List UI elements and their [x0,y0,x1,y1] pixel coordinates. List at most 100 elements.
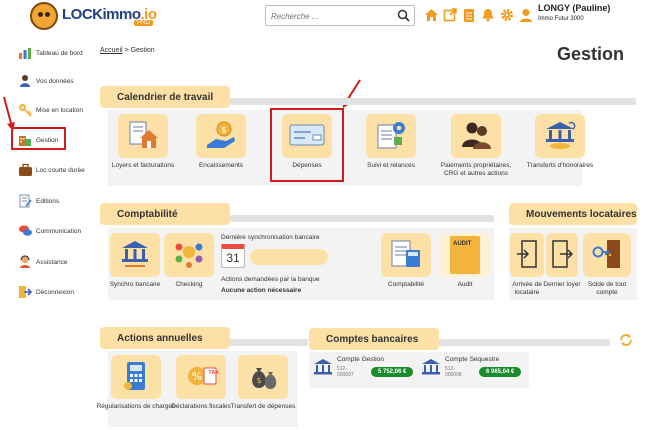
calculator-icon [121,360,151,395]
gear-icon[interactable] [499,7,515,23]
sidebar-item-deconnexion[interactable]: Déconnexion [18,284,74,300]
user-icon[interactable] [518,7,534,23]
sidebar-item-mise-en-location[interactable]: Mise en location [18,102,83,118]
bank-icon [313,358,333,381]
logout-icon [18,285,33,299]
section-mouvements-title: Mouvements locataires [509,203,637,225]
tile-loyers-facturations[interactable]: Loyers et facturations [103,114,183,170]
sidebar-item-label: Assistance [36,258,68,266]
tile-label: Dernier loyer [543,281,581,288]
calendar-icon: 31 [221,244,245,268]
refresh-icon[interactable] [618,332,634,353]
account-name: Compte Gestion [337,356,384,363]
section-rail [228,339,308,346]
tile-label: Transferts d'honoraires [526,162,594,169]
checking-bubbles-icon [172,238,206,273]
logo-text: LOCKimmo [62,6,141,23]
tile-label: Arrivée de locataire [512,281,542,296]
tile-solde-tout-compte[interactable]: Solde de tout compte [579,233,635,297]
sidebar-item-editions[interactable]: Editions [18,193,59,209]
sync-label: Dernière synchronisation bancaire [221,234,320,241]
home-icon[interactable] [423,7,439,23]
header-toolbar [423,7,534,25]
sidebar-item-loc-courte-duree[interactable]: Loc courte durée [18,162,85,178]
logo-badge: PRO [134,20,154,26]
sync-date-pill [250,249,328,265]
account-balance-badge: 5 752,06 € [371,367,414,377]
audit-folder-icon: AUDIT [450,236,480,274]
document-edit-icon [18,194,32,208]
bank-sync-icon [119,239,151,272]
svg-text:$: $ [256,376,261,385]
section-rail [230,215,494,222]
search-input[interactable] [266,7,391,26]
key-icon [18,103,32,117]
breadcrumb-home-link[interactable]: Accueil [100,47,123,54]
support-agent-icon [18,255,32,269]
section-comptes-bancaires-title: Comptes bancaires [309,328,439,350]
sidebar-item-assistance[interactable]: Assistance [18,254,67,270]
tax-label: TAX [208,370,219,376]
bank-icon [421,358,441,381]
key-door-icon [591,238,623,273]
tile-label: Audit [457,281,473,288]
sidebar-item-tableau-de-bord[interactable]: Tableau de bord [18,45,83,61]
house-invoice-icon [126,119,160,154]
sidebar-item-communication[interactable]: Communication [18,223,81,239]
user-info[interactable]: LONGY (Pauline) Immo Futur 3000 [538,3,610,22]
door-enter-icon [516,239,538,272]
account-balance-badge: 6 965,04 € [479,367,522,377]
ledger-calculator-icon [389,238,423,273]
person-icon [18,74,32,88]
tile-suivi-relances[interactable]: Suivi et relances [351,114,431,170]
tile-label: Loyers et facturations [111,162,175,169]
coin-hand-icon: $ [204,119,238,154]
app-logo[interactable]: LOCKimmo.io PRO [30,2,157,30]
tile-label: Encaissements [198,162,244,169]
section-calendrier-title: Calendrier de travail [100,86,230,108]
tile-label: Solde de tout compte [587,281,627,296]
svg-text:%: % [192,370,202,383]
actions-value: Aucune action nécessaire [221,287,302,294]
tile-checking[interactable]: Checking [149,233,229,289]
tile-dernier-loyer[interactable]: Dernier loyer [543,233,581,289]
section-comptabilite-title: Comptabilité [100,203,230,225]
breadcrumb-current: Gestion [130,47,155,54]
chat-icon [18,224,32,238]
tile-transfert-depenses[interactable]: $ Transfert de dépenses [223,355,303,411]
door-exit-icon [551,239,574,272]
account-number-line2: 000008 [445,372,462,378]
sidebar-item-vos-donnees[interactable]: Vos données [18,73,74,89]
account-number-line2: 000007 [337,372,354,378]
tile-arrivee-locataire[interactable]: Arrivée de locataire [507,233,547,297]
audit-doc-label: AUDIT [453,241,472,247]
document-gear-icon [374,119,408,154]
tile-label: Checking [175,281,203,288]
svg-text:$: $ [221,125,227,135]
bell-icon[interactable] [480,7,496,23]
external-link-icon[interactable] [442,7,458,23]
annotation-arrow-depenses [342,79,361,108]
sidebar-item-label: Loc courte durée [36,166,85,174]
tile-encaissements[interactable]: $ Encaissements [181,114,261,170]
tile-label: Paiements propriétaires, CRG et autres a… [440,162,512,177]
document-icon[interactable] [461,7,477,23]
search-icon[interactable] [397,9,410,27]
money-bags-icon: $ [246,360,280,395]
user-company: Immo Futur 3000 [538,16,584,22]
tile-transferts-honoraires[interactable]: Transferts d'honoraires [520,114,600,170]
sidebar-item-label: Vos données [36,77,74,85]
tile-paiements-proprietaires[interactable]: Paiements propriétaires, CRG et autres a… [436,114,516,178]
sidebar-item-label: Déconnexion [36,288,74,296]
search-box [265,5,415,26]
sidebar-item-label: Mise en location [36,106,83,114]
tile-label: Transfert de dépenses [230,403,296,410]
sidebar-item-label: Communication [36,227,82,235]
tax-percent-icon: % [184,360,218,395]
sidebar-item-label: Tableau de bord [36,49,83,57]
people-icon [459,119,493,154]
annotation-arrow-sidebar [3,96,15,131]
section-rail [436,339,610,346]
tile-audit[interactable]: AUDIT Audit [425,233,505,289]
user-name: LONGY (Pauline) [538,3,611,13]
